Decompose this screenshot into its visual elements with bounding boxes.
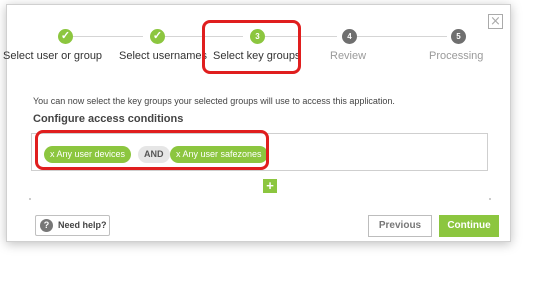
step-4-number: 4 [342, 29, 357, 44]
instructions-text: You can now select the key groups your s… [33, 96, 395, 106]
divider-dot [29, 198, 31, 200]
help-icon: ? [40, 219, 53, 232]
step-1-check-icon: ✓ [58, 29, 73, 44]
previous-button[interactable]: Previous [368, 215, 432, 237]
step-connector [73, 36, 143, 37]
continue-button[interactable]: Continue [439, 215, 499, 237]
step-1-label: Select user or group [3, 50, 103, 62]
conditions-highlight [35, 130, 269, 170]
divider-dot [489, 198, 491, 200]
step-connector [357, 36, 447, 37]
add-condition-button[interactable]: + [263, 179, 277, 193]
step-5-number: 5 [451, 29, 466, 44]
active-step-highlight [202, 20, 301, 74]
step-2-check-icon: ✓ [150, 29, 165, 44]
step-4-label: Review [330, 50, 367, 62]
step-5-label: Processing [429, 50, 484, 62]
section-title: Configure access conditions [33, 113, 184, 125]
step-2-label: Select usernames [119, 50, 208, 62]
need-help-button[interactable]: ? Need help? [35, 215, 110, 236]
wizard-dialog: × ✓ ✓ 3 4 5 Select user or group Select … [3, 4, 511, 242]
need-help-label: Need help? [58, 220, 107, 230]
